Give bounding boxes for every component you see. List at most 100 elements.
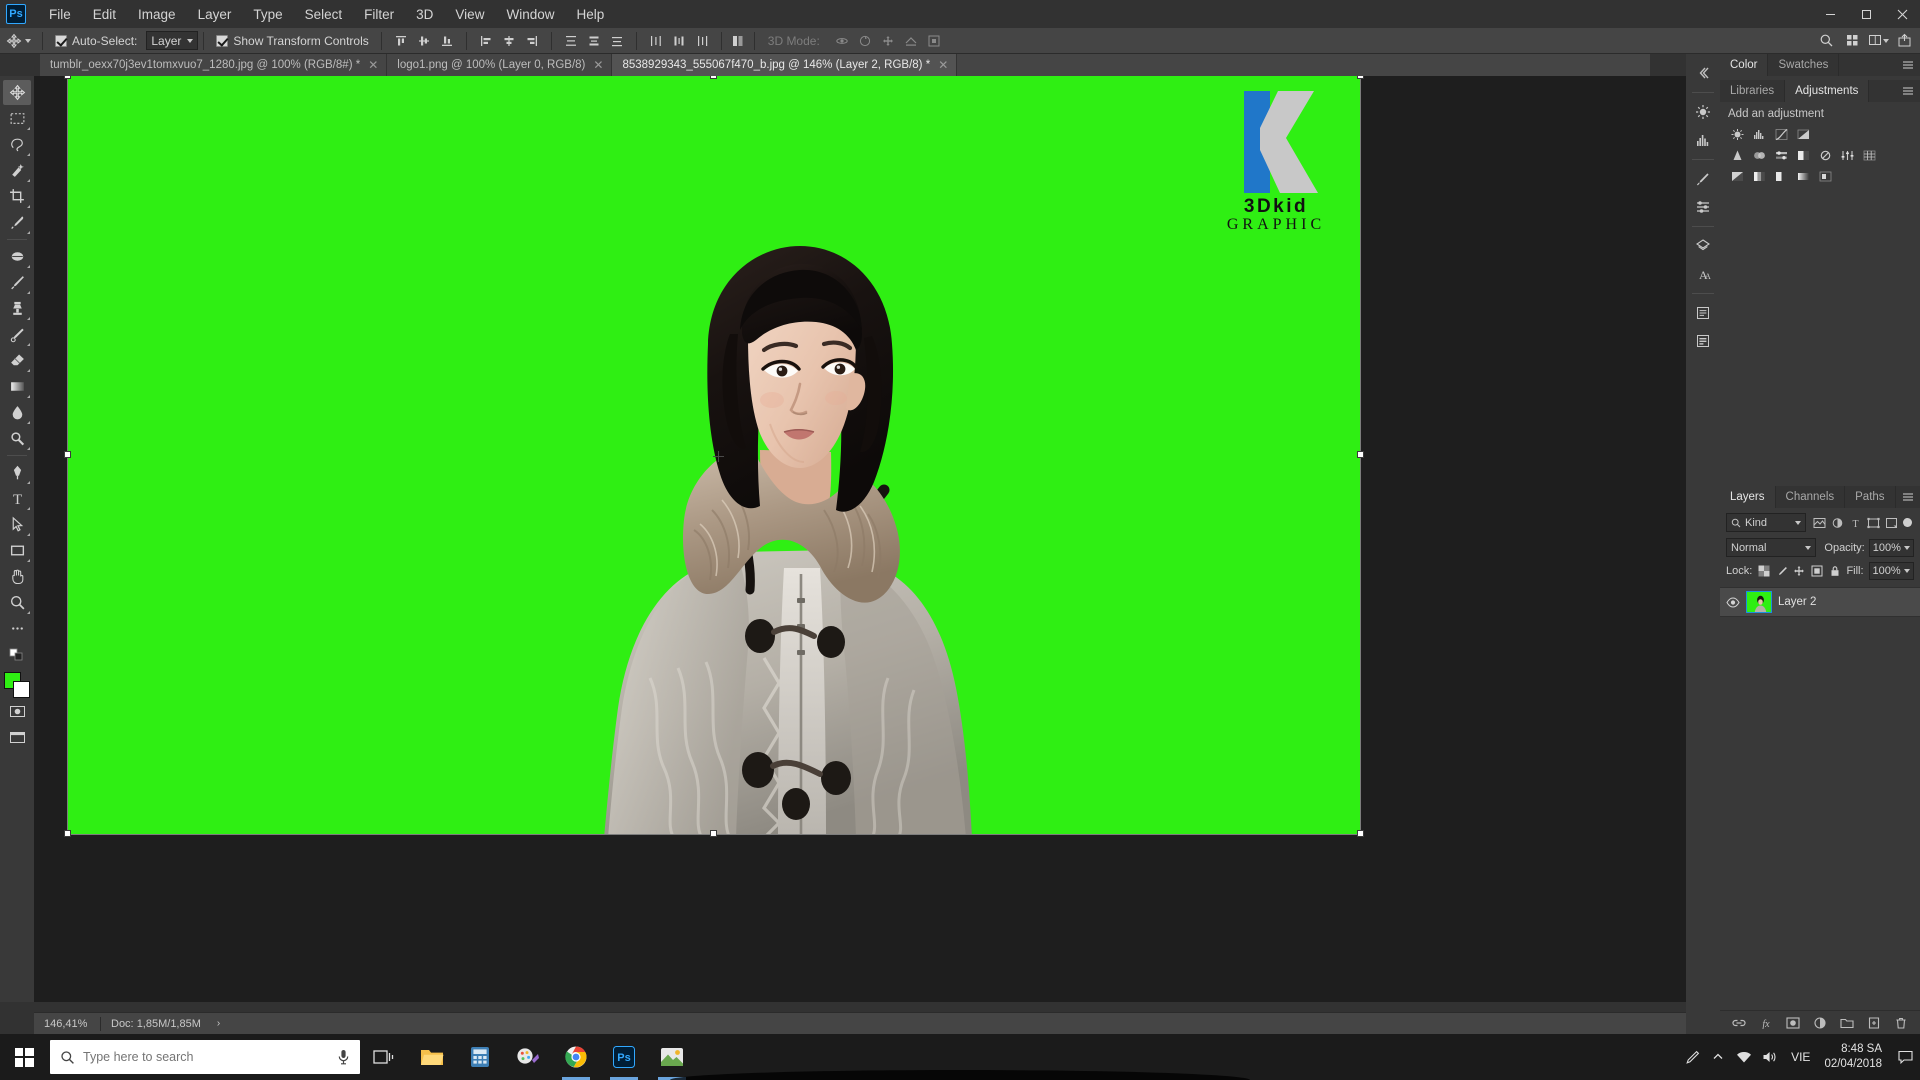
lock-transparent-pixels-icon[interactable] — [1757, 565, 1770, 578]
rectangle-tool[interactable] — [3, 538, 31, 563]
menu-select[interactable]: Select — [294, 3, 354, 26]
document-tab-2[interactable]: logo1.png @ 100% (Layer 0, RGB/8) ✕ — [387, 54, 612, 76]
adjustments-panel-menu-icon[interactable] — [1900, 80, 1916, 102]
adjustments-icon[interactable] — [1689, 194, 1717, 220]
tab-adjustments[interactable]: Adjustments — [1785, 80, 1869, 102]
vibrance-icon[interactable] — [1728, 147, 1746, 163]
opacity-field[interactable]: 100% — [1869, 539, 1914, 557]
menu-edit[interactable]: Edit — [82, 3, 127, 26]
new-fill-adjustment-icon[interactable] — [1813, 1016, 1827, 1030]
add-layer-mask-icon[interactable] — [1786, 1016, 1800, 1030]
lock-artboard-nesting-icon[interactable] — [1811, 565, 1824, 578]
menu-type[interactable]: Type — [242, 3, 293, 26]
status-expand-arrow-icon[interactable]: › — [211, 1018, 226, 1029]
document-tab-1-close-icon[interactable]: ✕ — [368, 59, 378, 71]
photoshop-icon[interactable]: Ps — [600, 1034, 648, 1080]
brush-settings-icon[interactable] — [1689, 166, 1717, 192]
brightness-icon[interactable] — [1689, 99, 1717, 125]
layer-visibility-eye-icon[interactable] — [1726, 597, 1740, 608]
color-swatches[interactable] — [4, 672, 30, 698]
auto-select-checkbox-group[interactable]: Auto-Select: — [48, 34, 144, 48]
black-white-icon[interactable] — [1794, 147, 1812, 163]
clone-stamp-tool[interactable] — [3, 296, 31, 321]
new-layer-icon[interactable] — [1867, 1016, 1881, 1030]
close-button[interactable] — [1884, 0, 1920, 28]
clock[interactable]: 8:48 SA 02/04/2018 — [1818, 1042, 1894, 1072]
spot-healing-brush-tool[interactable] — [3, 244, 31, 269]
taskbar-search-box[interactable] — [50, 1040, 360, 1074]
show-transform-controls-group[interactable]: Show Transform Controls — [209, 34, 375, 48]
invert-icon[interactable] — [1728, 168, 1746, 184]
paint-3d-icon[interactable] — [504, 1034, 552, 1080]
task-view-icon[interactable] — [360, 1034, 408, 1080]
edit-toolbar-button[interactable] — [3, 616, 31, 641]
distribute-top-edges-button[interactable] — [560, 30, 582, 51]
distribute-bottom-edges-button[interactable] — [606, 30, 628, 51]
windows-start-icon[interactable] — [0, 1034, 48, 1080]
blend-mode-dropdown[interactable]: Normal — [1726, 538, 1816, 557]
tab-libraries[interactable]: Libraries — [1720, 80, 1785, 102]
filter-shape-icon[interactable] — [1866, 515, 1881, 530]
brush-tool[interactable] — [3, 270, 31, 295]
layer-row[interactable]: Layer 2 — [1720, 587, 1920, 617]
lock-image-pixels-icon[interactable] — [1775, 565, 1788, 578]
layer-comps-icon[interactable] — [1689, 233, 1717, 259]
screen-mode-icon[interactable] — [3, 725, 31, 750]
document-tab-1[interactable]: tumblr_oexx70j3ev1tomxvuo7_1280.jpg @ 10… — [40, 54, 387, 76]
distribute-left-edges-button[interactable] — [645, 30, 667, 51]
roll-3d-button[interactable] — [854, 30, 876, 51]
document-tab-3-close-icon[interactable]: ✕ — [938, 59, 948, 71]
color-lookup-icon[interactable] — [1860, 147, 1878, 163]
dodge-tool[interactable] — [3, 426, 31, 451]
path-selection-tool[interactable] — [3, 512, 31, 537]
eyedropper-tool[interactable] — [3, 210, 31, 235]
levels-icon[interactable] — [1750, 126, 1768, 142]
move-tool[interactable] — [3, 80, 31, 105]
document-canvas[interactable]: 3Dkid GRAPHIC — [68, 76, 1360, 834]
align-right-edges-button[interactable] — [521, 30, 543, 51]
menu-file[interactable]: File — [38, 3, 82, 26]
color-balance-icon[interactable] — [1772, 147, 1790, 163]
minimize-button[interactable] — [1812, 0, 1848, 28]
fill-field[interactable]: 100% — [1869, 562, 1914, 580]
default-colors-icon[interactable] — [3, 642, 31, 667]
tab-paths[interactable]: Paths — [1845, 486, 1895, 508]
network-icon[interactable] — [1731, 1034, 1757, 1080]
channel-mixer-icon[interactable] — [1838, 147, 1856, 163]
history-icon[interactable] — [1689, 328, 1717, 354]
delete-layer-icon[interactable] — [1894, 1016, 1908, 1030]
tab-swatches[interactable]: Swatches — [1768, 54, 1839, 76]
tool-preset-chevron-icon[interactable] — [25, 39, 31, 43]
slide-3d-button[interactable] — [900, 30, 922, 51]
menu-filter[interactable]: Filter — [353, 3, 405, 26]
auto-select-checkbox[interactable] — [55, 35, 67, 47]
selective-color-icon[interactable] — [1816, 168, 1834, 184]
curves-icon[interactable] — [1772, 126, 1790, 142]
layer-thumbnail[interactable] — [1746, 591, 1772, 613]
pen-tool[interactable] — [3, 460, 31, 485]
workspace-grid-icon[interactable] — [1840, 30, 1864, 52]
blur-tool[interactable] — [3, 400, 31, 425]
lock-position-icon[interactable] — [1793, 565, 1806, 578]
auto-select-scope-dropdown[interactable]: Layer — [146, 31, 198, 50]
new-group-icon[interactable] — [1840, 1016, 1854, 1030]
link-layers-icon[interactable] — [1732, 1016, 1746, 1030]
share-icon[interactable] — [1892, 30, 1916, 52]
layers-panel-menu-icon[interactable] — [1900, 486, 1916, 508]
filter-pixel-icon[interactable] — [1812, 515, 1827, 530]
collapse-panels-icon[interactable] — [1689, 60, 1717, 86]
menu-layer[interactable]: Layer — [187, 3, 243, 26]
character-icon[interactable]: AA — [1689, 261, 1717, 287]
zoom-level-field[interactable]: 146,41% — [34, 1018, 100, 1030]
document-tab-3[interactable]: 8538929343_555067f470_b.jpg @ 146% (Laye… — [612, 54, 957, 76]
active-tool-preset[interactable] — [0, 28, 37, 54]
action-center-icon[interactable] — [1894, 1034, 1916, 1080]
distribute-right-edges-button[interactable] — [691, 30, 713, 51]
file-explorer-icon[interactable] — [408, 1034, 456, 1080]
exposure-icon[interactable] — [1794, 126, 1812, 142]
notes-icon[interactable] — [1689, 300, 1717, 326]
menu-3d[interactable]: 3D — [405, 3, 444, 26]
pan-3d-button[interactable] — [877, 30, 899, 51]
threshold-icon[interactable] — [1772, 168, 1790, 184]
menu-window[interactable]: Window — [495, 3, 565, 26]
